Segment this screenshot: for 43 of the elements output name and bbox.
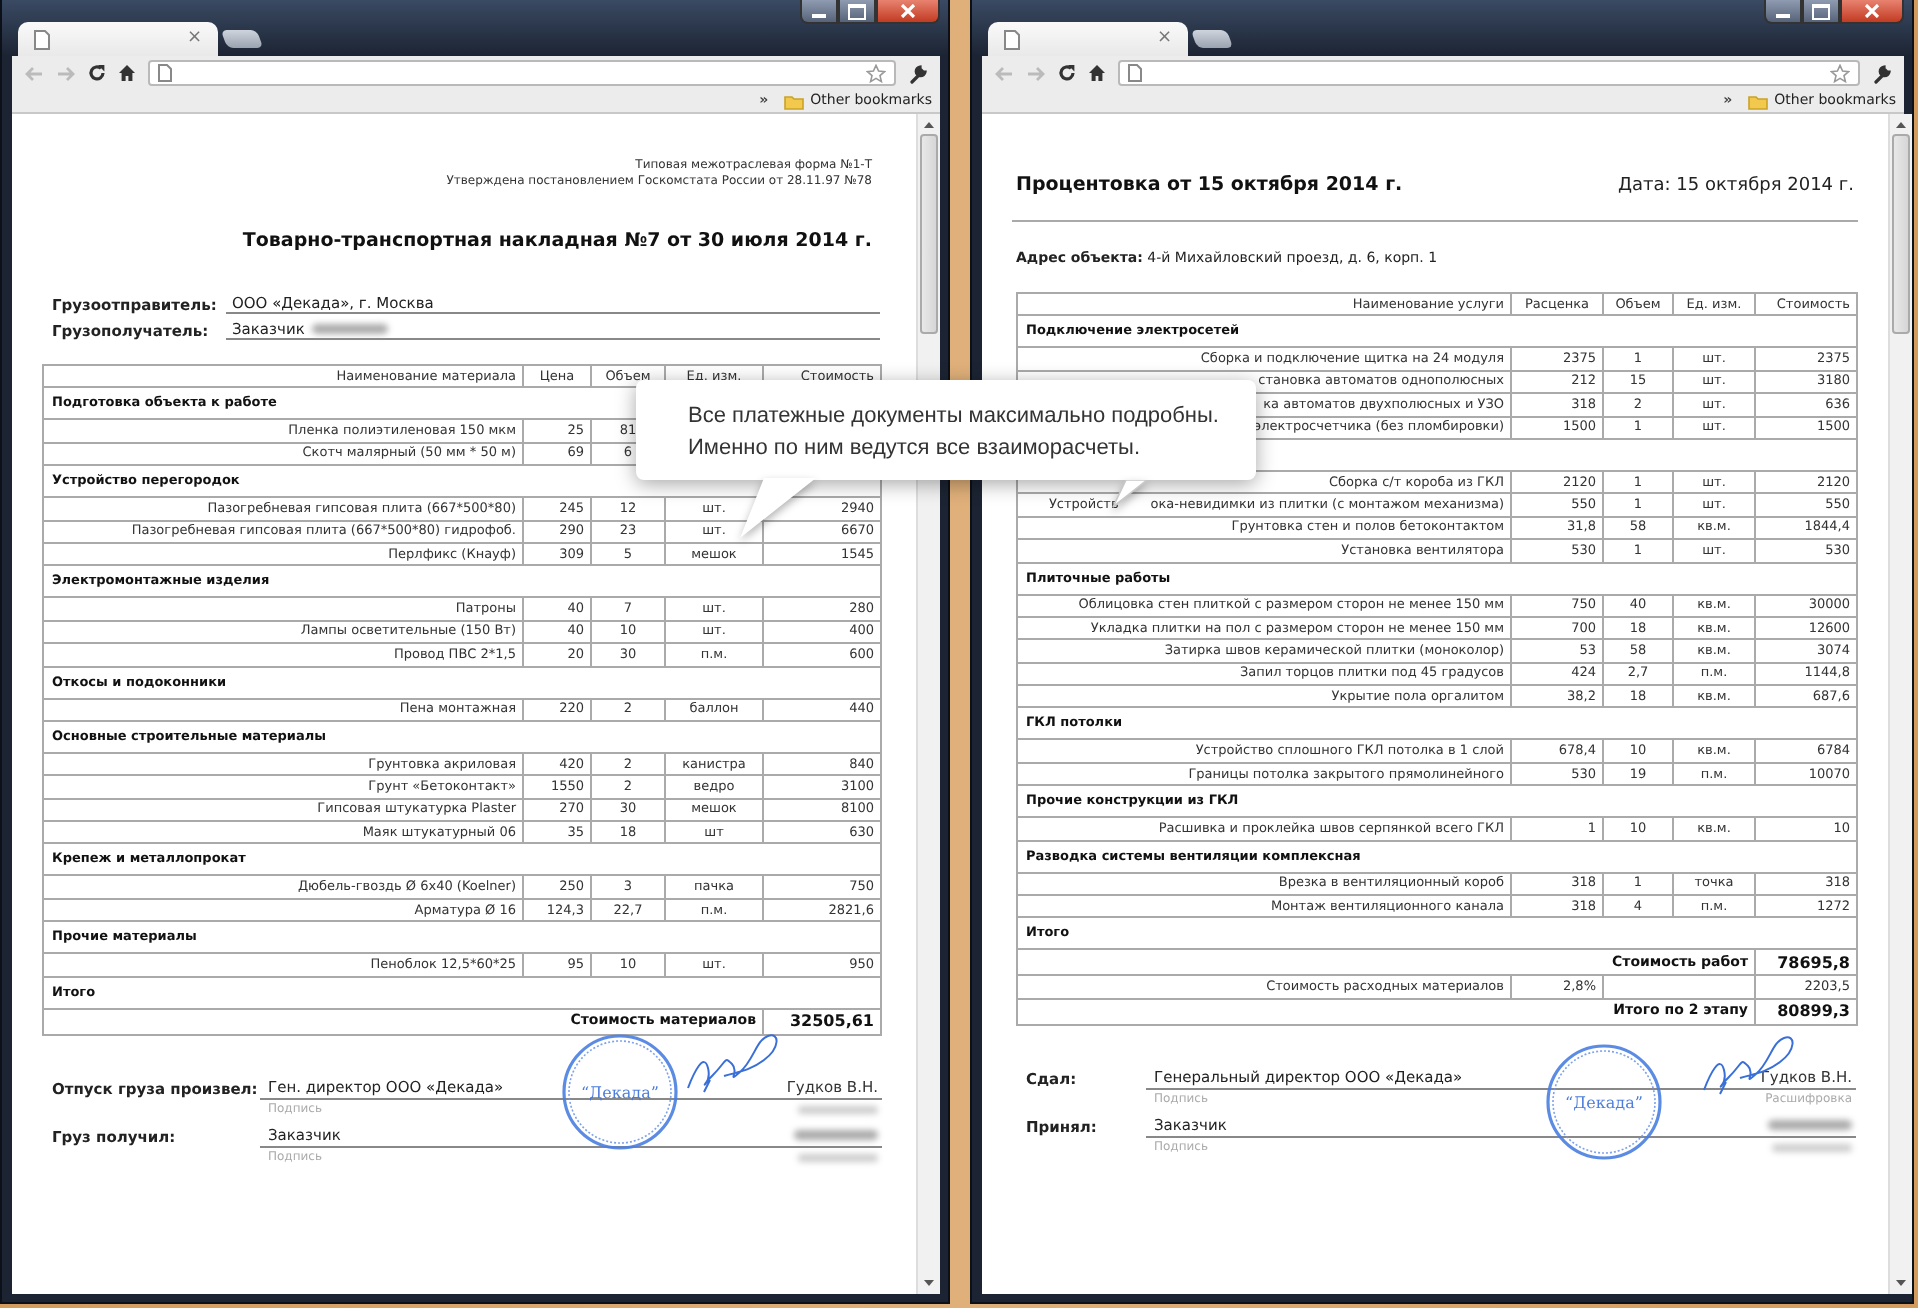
reload-icon[interactable] <box>1058 64 1076 82</box>
browser-tab[interactable]: × <box>18 22 218 56</box>
scrollbar[interactable] <box>1888 114 1912 1294</box>
document-title: Товарно-транспортная накладная №7 от 30 июля 2014 г. <box>240 230 872 252</box>
wrench-icon[interactable] <box>908 63 928 83</box>
new-tab-button[interactable] <box>1190 30 1234 48</box>
new-tab-button[interactable] <box>220 30 264 48</box>
minimize-button[interactable] <box>800 0 838 24</box>
home-icon[interactable] <box>118 64 136 82</box>
document-title: Процентовка от 15 октября 2014 г. <box>1016 174 1403 196</box>
home-icon[interactable] <box>1088 64 1106 82</box>
page-icon <box>1004 29 1020 49</box>
scrollbar-thumb[interactable] <box>1892 134 1910 334</box>
close-tab-button[interactable]: × <box>1156 30 1172 48</box>
minimize-button[interactable] <box>1764 0 1802 24</box>
maximize-button[interactable] <box>1802 0 1840 24</box>
address-field[interactable] <box>1118 60 1860 86</box>
address-field[interactable] <box>148 60 896 86</box>
total-value: 80899,3 <box>1755 998 1857 1025</box>
page-icon <box>34 29 50 49</box>
total-value: 78695,8 <box>1755 949 1857 976</box>
scroll-down-icon[interactable] <box>1894 1278 1908 1288</box>
scroll-up-icon[interactable] <box>922 120 936 130</box>
total-value: 32505,61 <box>763 1008 881 1035</box>
close-icon[interactable] <box>900 4 916 18</box>
scrollbar-thumb[interactable] <box>920 134 938 334</box>
scroll-down-icon[interactable] <box>922 1278 936 1288</box>
close-button[interactable] <box>876 0 940 24</box>
stamp-text: “Декада” <box>1565 1094 1643 1112</box>
browser-tab[interactable]: × <box>988 22 1188 56</box>
wrench-icon[interactable] <box>1872 63 1892 83</box>
star-icon[interactable] <box>866 63 886 83</box>
close-icon[interactable] <box>1864 4 1880 18</box>
maximize-button[interactable] <box>838 0 876 24</box>
star-icon[interactable] <box>1830 63 1850 83</box>
close-button[interactable] <box>1840 0 1904 24</box>
page-icon <box>158 64 172 82</box>
reload-icon[interactable] <box>88 64 106 82</box>
stamp-text: “Декада” <box>581 1084 659 1102</box>
document-date: Дата: 15 октября 2014 г. <box>1617 176 1854 196</box>
scroll-up-icon[interactable] <box>1894 120 1908 130</box>
page-icon <box>1128 64 1142 82</box>
close-tab-button[interactable]: × <box>186 30 202 48</box>
